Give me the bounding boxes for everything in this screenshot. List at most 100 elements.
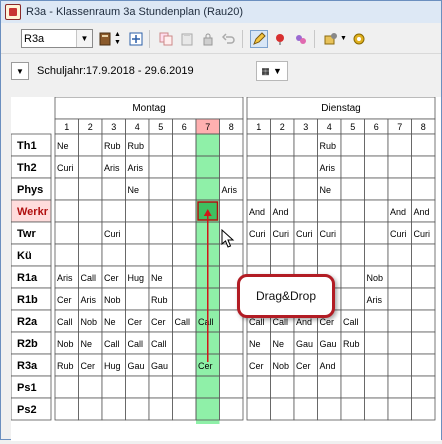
lesson-teacher: Ne: [57, 141, 69, 151]
lesson-teacher: Aris: [128, 163, 144, 173]
timetable-cell: [78, 375, 103, 399]
lesson-teacher: Nob: [81, 317, 98, 327]
day-header-label: Montag: [132, 103, 165, 114]
copy-icon[interactable]: [157, 30, 175, 48]
timetable-cell: [411, 375, 436, 399]
room-select[interactable]: R3a ▼: [21, 29, 93, 48]
combo-dropdown-icon[interactable]: ▼: [76, 30, 92, 47]
lesson-teacher: Ne: [81, 339, 93, 349]
lesson-teacher: Curi: [249, 229, 266, 239]
settings-icon[interactable]: [322, 30, 340, 48]
timetable-cell: [411, 331, 436, 355]
lesson-teacher: Aris: [104, 163, 120, 173]
timetable-cell: [411, 177, 436, 201]
lesson-teacher: And: [320, 361, 336, 371]
timetable-cell: [270, 155, 295, 179]
timetable-cell: [54, 375, 79, 399]
timetable-cell: [246, 155, 271, 179]
timetable-cell: [172, 397, 197, 421]
lesson-teacher: Cer: [320, 317, 335, 327]
period-number: 1: [256, 122, 261, 132]
timetable-grid[interactable]: Montag 1 2 3 4 5 6 7 8 Dienstag 1 2 3 4 5 6 7 8 Th1 Ne Rub Ru…: [10, 96, 441, 441]
timetable-cell: [387, 133, 412, 157]
timetable-cell: [219, 375, 244, 399]
timetable-cell: [340, 287, 365, 311]
lesson-teacher: Aris: [367, 295, 383, 305]
timetable-cell: [172, 133, 197, 157]
room-label: R1a: [17, 272, 38, 284]
lesson-teacher: Gau: [296, 339, 313, 349]
timetable-cell: [293, 155, 318, 179]
timetable-cell: [246, 133, 271, 157]
view-format-button[interactable]: ▦ ▼: [255, 61, 288, 81]
timetable-cell: [387, 309, 412, 333]
pin-icon[interactable]: [271, 30, 289, 48]
timetable-cell: [172, 155, 197, 179]
lesson-teacher: Curi: [273, 229, 290, 239]
timetable-cell: [387, 353, 412, 377]
lesson-teacher: Call: [249, 317, 265, 327]
toolbar-separator: [314, 29, 315, 48]
lesson-teacher: Ne: [128, 185, 140, 195]
period-number: 1: [64, 122, 69, 132]
timetable-cell: [293, 397, 318, 421]
timetable-cell: [219, 199, 244, 223]
undo-icon[interactable]: [220, 30, 238, 48]
timetable-cell: [148, 199, 173, 223]
timetable-cell: [340, 353, 365, 377]
timetable-cell: [411, 265, 436, 289]
room-label: Kü: [17, 250, 32, 262]
timetable-cell: [340, 243, 365, 267]
room-label: Twr: [17, 228, 36, 240]
lesson-teacher: Cer: [57, 295, 72, 305]
lesson-teacher: Rub: [320, 141, 337, 151]
lesson-teacher: Gau: [128, 361, 145, 371]
spin-icon[interactable]: ▲ ▼: [114, 30, 124, 48]
lesson-teacher: Call: [273, 317, 289, 327]
lock-icon[interactable]: [199, 30, 217, 48]
pencil-icon[interactable]: [250, 29, 268, 48]
timetable-cell: [101, 243, 126, 267]
timetable-cell: [340, 133, 365, 157]
timetable-cell: [364, 353, 389, 377]
book-icon[interactable]: [96, 30, 114, 48]
lesson-teacher: Curi: [414, 229, 431, 239]
window-title: R3a - Klassenraum 3a Stundenplan (Rau20): [26, 6, 244, 18]
grid-plus-icon[interactable]: [127, 30, 145, 48]
timetable-cell: [364, 133, 389, 157]
timetable-cell: [387, 287, 412, 311]
chevron-down-icon[interactable]: ▼: [11, 62, 29, 80]
timetable-cell: [172, 287, 197, 311]
timetable-cell: [78, 243, 103, 267]
paste-icon[interactable]: [178, 30, 196, 48]
timetable-cell: [340, 155, 365, 179]
settings-dropdown-icon[interactable]: ▼: [340, 35, 347, 42]
lesson-teacher: Rub: [128, 141, 145, 151]
swap-icon[interactable]: [292, 30, 310, 48]
period-number: 4: [327, 122, 332, 132]
lesson-teacher: Cer: [198, 361, 213, 371]
room-label: Th1: [17, 140, 37, 152]
timetable-cell: [364, 155, 389, 179]
room-label: Th2: [17, 162, 37, 174]
timetable-cell: [172, 221, 197, 245]
gear-icon[interactable]: [350, 30, 368, 48]
timetable-cell: [125, 221, 150, 245]
timetable-cell: [219, 155, 244, 179]
timetable-cell: [54, 221, 79, 245]
timetable-cell: [78, 155, 103, 179]
drag-drop-callout: Drag&Drop: [237, 274, 335, 318]
lesson-teacher: Rub: [104, 141, 121, 151]
lesson-teacher: Aris: [57, 273, 73, 283]
lesson-teacher: And: [414, 207, 430, 217]
timetable-cell: [172, 177, 197, 201]
timetable-cell: [148, 177, 173, 201]
timetable-cell: [219, 397, 244, 421]
timetable-cell: [364, 199, 389, 223]
timetable-cell: [364, 331, 389, 355]
room-label: R1b: [17, 294, 38, 306]
timetable-cell: [172, 243, 197, 267]
timetable-cell: [411, 243, 436, 267]
lesson-teacher: Cer: [249, 361, 264, 371]
timetable-cell: [340, 265, 365, 289]
